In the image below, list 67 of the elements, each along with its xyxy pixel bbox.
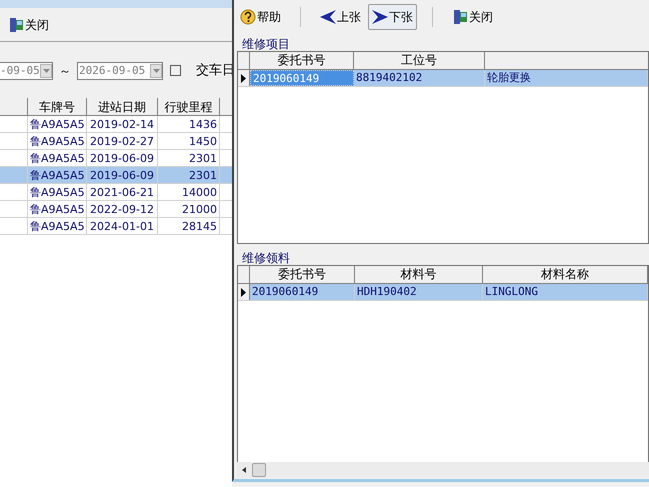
table-cell: 2019060149	[250, 70, 354, 86]
column-header: 车牌号	[28, 98, 87, 115]
table-cell: 8819402102	[354, 70, 485, 86]
dropdown-arrow-icon	[42, 69, 50, 73]
table-cell: 轮胎更换	[485, 70, 648, 86]
column-header: 材料号	[355, 266, 483, 283]
door-icon	[8, 16, 24, 32]
table-row[interactable]: 鲁A9A5A5 2019-06-09 2301	[0, 167, 232, 184]
toolbar-button[interactable]: 关闭	[4, 12, 53, 38]
column-header: 材料名称	[483, 266, 648, 283]
section-title: 维修项目	[241, 36, 291, 51]
table-cell: 鲁A9A5A5	[28, 167, 87, 183]
row-pointer-icon	[241, 74, 246, 82]
table-cell: 14000	[158, 184, 220, 200]
toolbar-button[interactable]: 上张	[316, 4, 365, 30]
table-cell: 2019-06-09	[87, 150, 158, 166]
table-cell: 2021-06-21	[87, 184, 158, 200]
help-icon	[240, 8, 256, 24]
row-pointer-icon	[241, 288, 246, 296]
table-cell: 2019-02-27	[87, 133, 158, 149]
toolbar-button[interactable]: 下张	[368, 4, 417, 30]
date-from-combo[interactable]: -09-05	[0, 62, 53, 80]
section-title: 维修领料	[241, 250, 291, 265]
column-header: 进站日期	[87, 98, 158, 115]
checkbox[interactable]	[170, 65, 181, 76]
table-cell: 2022-09-12	[87, 201, 158, 217]
table-cell: 1450	[158, 133, 220, 149]
date-separator: ～	[59, 63, 71, 80]
door-icon	[452, 8, 468, 24]
table-cell: 鲁A9A5A5	[28, 150, 87, 166]
table-cell: 2301	[158, 167, 220, 183]
table-row[interactable]: 鲁A9A5A5 2021-06-21 14000	[0, 184, 232, 201]
table-cell: 鲁A9A5A5	[28, 116, 87, 132]
table-cell: 鲁A9A5A5	[28, 133, 87, 149]
column-header: 行驶里程	[158, 98, 220, 115]
column-header: 委托书号	[250, 52, 354, 69]
table-cell: 2024-01-01	[87, 218, 158, 234]
column-header: 委托书号	[250, 266, 355, 283]
table-cell: 鲁A9A5A5	[28, 184, 87, 200]
right-arrow-icon	[372, 10, 388, 24]
table-cell: 2019-02-14	[87, 116, 158, 132]
table-row[interactable]: 鲁A9A5A5 2019-02-27 1450	[0, 133, 232, 150]
table-row[interactable]: 鲁A9A5A5 2019-02-14 1436	[0, 116, 232, 133]
table-cell: 21000	[158, 201, 220, 217]
dropdown-arrow-icon	[152, 69, 160, 73]
horizontal-scrollbar[interactable]	[237, 462, 649, 478]
table-cell: HDH190402	[355, 284, 483, 300]
table-cell: 2301	[158, 150, 220, 166]
table-cell: 鲁A9A5A5	[28, 201, 87, 217]
date-to-combo[interactable]: 2026-09-05	[77, 62, 163, 80]
table-row[interactable]: 鲁A9A5A5 2019-06-09 2301	[0, 150, 232, 167]
table-cell: 鲁A9A5A5	[28, 218, 87, 234]
table-cell: LINGLONG	[483, 284, 648, 300]
left-arrow-icon	[320, 10, 336, 24]
table-row[interactable]: 2019060149 8819402102 轮胎更换	[238, 70, 648, 87]
scroll-thumb[interactable]	[252, 463, 266, 477]
table-cell: 1436	[158, 116, 220, 132]
scroll-left-icon[interactable]	[242, 467, 246, 473]
table-row[interactable]: 鲁A9A5A5 2024-01-01 28145	[0, 218, 232, 235]
table-cell: 2019060149	[250, 284, 355, 300]
toolbar-button[interactable]: 帮助	[236, 4, 285, 30]
toolbar-button[interactable]: 关闭	[448, 4, 497, 30]
table-row[interactable]: 2019060149 HDH190402 LINGLONG	[238, 284, 648, 301]
table-row[interactable]: 鲁A9A5A5 2022-09-12 21000	[0, 201, 232, 218]
table-cell: 2019-06-09	[87, 167, 158, 183]
table-cell: 28145	[158, 218, 220, 234]
column-header: 工位号	[354, 52, 485, 69]
